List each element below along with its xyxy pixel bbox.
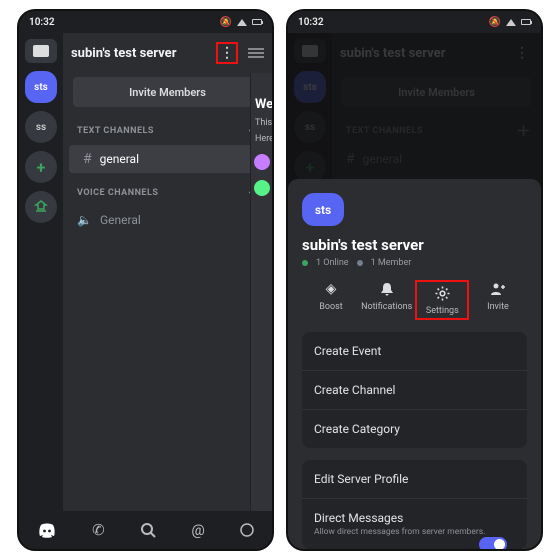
server-name: subin's test server: [302, 236, 527, 254]
hash-icon: #: [83, 151, 92, 167]
guild-sidebar: sts ss +: [19, 33, 63, 511]
battery-icon: [252, 19, 262, 25]
notifications-button[interactable]: Notifications: [360, 280, 414, 320]
channel-general[interactable]: # general: [69, 145, 266, 173]
menu-card-1: Create Event Create Channel Create Categ…: [302, 332, 527, 448]
invite-members-label: Invite Members: [129, 86, 206, 99]
hamburger-icon[interactable]: [248, 48, 264, 58]
more-vertical-icon: ⋮: [220, 45, 234, 61]
boost-icon: ◈: [326, 280, 337, 298]
guild-ss[interactable]: ss: [25, 111, 57, 143]
create-channel-item[interactable]: Create Channel: [302, 371, 527, 410]
server-title: subin's test server: [71, 46, 210, 61]
voice-channels-label: VOICE CHANNELS: [77, 188, 158, 198]
server-menu-button[interactable]: ⋮: [216, 42, 238, 64]
nav-friends-icon[interactable]: ✆: [92, 521, 105, 539]
discover-hub-button[interactable]: [25, 191, 57, 223]
settings-button[interactable]: Settings: [415, 280, 469, 320]
status-bar: 10:32 🔕: [19, 11, 272, 33]
dnd-icon: 🔕: [220, 17, 232, 28]
signal-icon: [506, 19, 516, 26]
create-category-item[interactable]: Create Category: [302, 410, 527, 448]
status-icons: 🔕: [220, 17, 262, 28]
menu-card-2: Edit Server Profile Direct Messages Allo…: [302, 460, 527, 549]
online-dot-icon: [302, 260, 308, 266]
chat-peek: We This Here: [250, 73, 272, 511]
nav-search-icon[interactable]: [140, 522, 156, 538]
invite-label: Invite: [487, 302, 509, 312]
status-time: 10:32: [29, 17, 55, 28]
boost-label: Boost: [319, 302, 342, 312]
text-channels-label: TEXT CHANNELS: [77, 126, 154, 136]
peek-title: We: [251, 97, 272, 112]
dm-button[interactable]: [25, 39, 57, 63]
actions-row: ◈ Boost Notifications Settings Invite: [302, 280, 527, 320]
notifications-label: Notifications: [361, 302, 412, 312]
settings-label: Settings: [426, 306, 459, 316]
battery-icon: [521, 19, 531, 25]
peek-line1: This: [251, 118, 272, 128]
direct-messages-item[interactable]: Direct Messages Allow direct messages fr…: [302, 499, 527, 549]
signal-icon: [237, 19, 247, 26]
avatar: [254, 154, 270, 170]
status-icons: 🔕: [489, 17, 531, 28]
voice-channels-header[interactable]: VOICE CHANNELS ＋: [63, 173, 272, 207]
member-count: 1 Member: [371, 258, 412, 268]
boost-button[interactable]: ◈ Boost: [304, 280, 358, 320]
channel-name: general: [100, 152, 139, 166]
nav-discord-icon[interactable]: [37, 523, 57, 538]
nav-mentions-icon[interactable]: @: [191, 521, 204, 539]
dm-title: Direct Messages: [314, 511, 515, 525]
peek-line2: Here: [251, 134, 272, 144]
status-bar: 10:32 🔕: [288, 11, 541, 33]
voice-general[interactable]: 🔈 General: [63, 207, 272, 233]
member-dot-icon: [357, 260, 363, 266]
dm-subtitle: Allow direct messages from server member…: [314, 527, 515, 537]
phone-screenshot-right: 10:32 🔕 sts ss + subin's test server ⋮ I…: [286, 9, 543, 551]
gear-icon: [435, 284, 450, 302]
server-status: 1 Online 1 Member: [302, 258, 527, 268]
text-channels-header[interactable]: TEXT CHANNELS ＋: [63, 111, 272, 145]
invite-members-button[interactable]: Invite Members: [73, 77, 262, 107]
server-icon: sts: [302, 193, 344, 226]
server-header[interactable]: subin's test server ⋮: [63, 33, 272, 73]
voice-channel-name: General: [100, 213, 141, 227]
status-time: 10:32: [298, 17, 324, 28]
avatar: [254, 180, 270, 196]
bottom-nav: ✆ @: [19, 511, 272, 549]
add-server-button[interactable]: +: [25, 151, 57, 183]
invite-button[interactable]: Invite: [471, 280, 525, 320]
speaker-icon: 🔈: [77, 213, 92, 227]
edit-server-profile-item[interactable]: Edit Server Profile: [302, 460, 527, 499]
nav-profile-icon[interactable]: [240, 523, 254, 537]
guild-sts[interactable]: sts: [25, 71, 57, 103]
bell-icon: [380, 280, 394, 298]
server-actions-sheet: sts subin's test server 1 Online 1 Membe…: [288, 179, 541, 549]
create-event-item[interactable]: Create Event: [302, 332, 527, 371]
dm-toggle[interactable]: [479, 537, 507, 551]
online-count: 1 Online: [316, 258, 349, 268]
dnd-icon: 🔕: [489, 17, 501, 28]
phone-screenshot-left: 10:32 🔕 sts ss + subin's test server ⋮: [17, 9, 274, 551]
person-plus-icon: [490, 280, 506, 298]
channel-pane: subin's test server ⋮ Invite Members TEX…: [63, 33, 272, 511]
